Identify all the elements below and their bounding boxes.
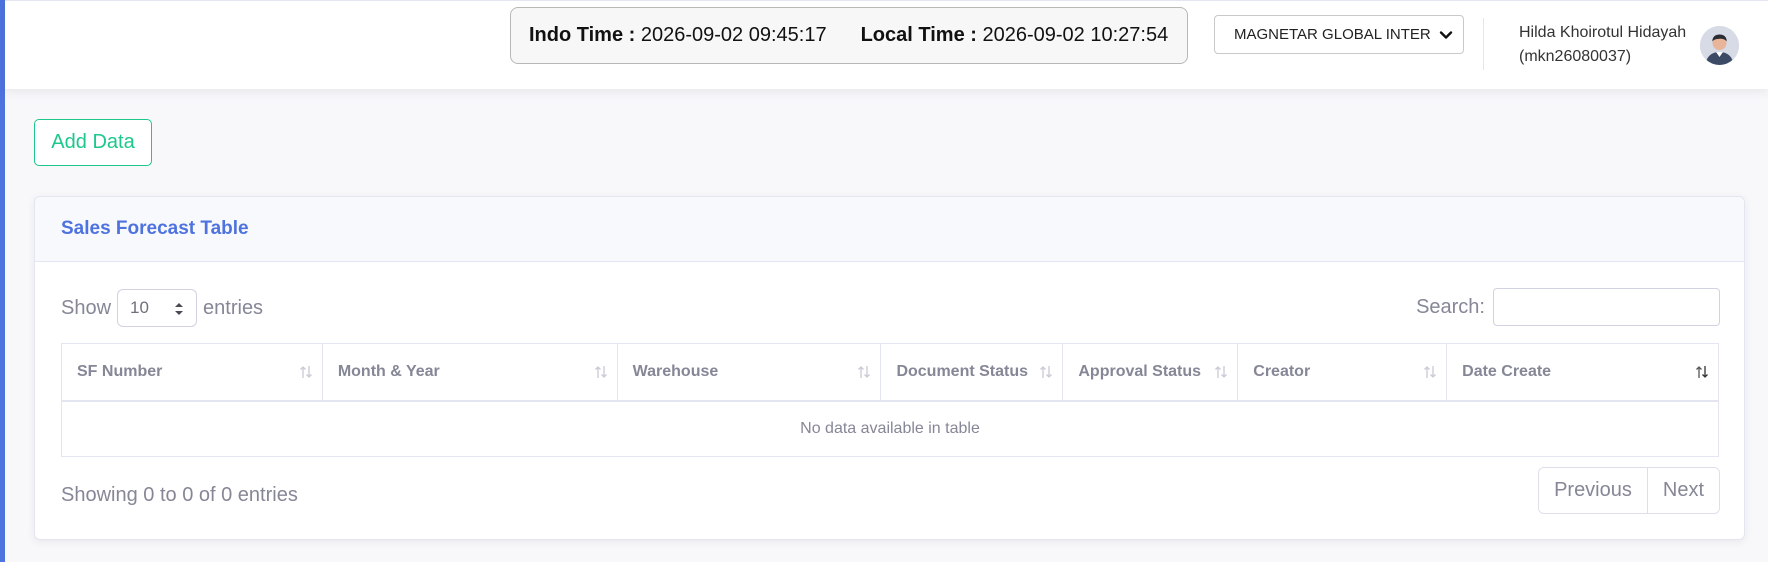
local-time: Local Time : 2026-09-02 10:27:54 (861, 24, 1169, 47)
column-header-label: Approval Status (1078, 362, 1202, 380)
column-header-label: Month & Year (337, 362, 440, 380)
sales-forecast-card: Sales Forecast Table Show 10 entries Sea… (34, 196, 1745, 540)
user-info[interactable]: Hilda Khoirotul Hidayah (mkn26080037) (1519, 21, 1686, 69)
previous-button[interactable]: Previous (1539, 468, 1647, 513)
user-id: (mkn26080037) (1519, 48, 1632, 65)
sort-icon (594, 366, 607, 378)
next-button[interactable]: Next (1646, 468, 1719, 513)
column-header-label: SF Number (77, 362, 163, 380)
sort-icon (858, 366, 871, 378)
pagination: Previous Next (1538, 467, 1720, 514)
search-label: Search: (1416, 295, 1485, 318)
search-input[interactable] (1493, 288, 1720, 326)
column-header-label: Creator (1253, 362, 1311, 380)
sales-forecast-table: SF Number Month & Year Warehouse Document S… (61, 343, 1719, 457)
local-time-value: 2026-09-02 10:27:54 (982, 24, 1169, 46)
sort-icon (1040, 366, 1053, 378)
column-header-date-create[interactable]: Date Create (1446, 343, 1719, 402)
table-search: Search: (1416, 288, 1720, 326)
sort-icon (299, 366, 312, 378)
card-title: Sales Forecast Table (35, 197, 1744, 262)
sort-icon (1696, 366, 1708, 378)
indo-time-value: 2026-09-02 09:45:17 (640, 24, 827, 46)
entries-length-control: Show 10 entries (61, 289, 263, 327)
table-header-row: SF Number Month & Year Warehouse Document S… (61, 343, 1719, 402)
topbar-divider (1483, 18, 1484, 70)
company-select[interactable]: MAGNETAR GLOBAL INTER (1214, 15, 1464, 54)
chevron-down-icon (1439, 31, 1453, 39)
entries-select[interactable]: 10 (117, 289, 198, 327)
table-info: Showing 0 to 0 of 0 entries (61, 484, 298, 506)
select-arrows-icon (175, 303, 184, 315)
local-time-label: Local Time : (860, 24, 977, 46)
user-name: Hilda Khoirotul Hidayah (1519, 24, 1687, 41)
empty-table-message: No data available in table (61, 400, 1719, 457)
column-header-month-year[interactable]: Month & Year (321, 343, 618, 402)
column-header-label: Date Create (1462, 362, 1552, 380)
table-row: No data available in table (61, 400, 1719, 457)
column-header-warehouse[interactable]: Warehouse (616, 343, 882, 402)
indo-time-label: Indo Time : (529, 24, 636, 46)
user-avatar-icon (1700, 26, 1739, 65)
sort-icon (1424, 366, 1437, 378)
column-header-approval-status[interactable]: Approval Status (1062, 343, 1239, 402)
indo-time: Indo Time : 2026-09-02 09:45:17 (529, 24, 827, 47)
column-header-label: Warehouse (632, 362, 719, 380)
column-header-label: Document Status (896, 362, 1029, 380)
clock-panel: Indo Time : 2026-09-02 09:45:17 Local Ti… (510, 7, 1188, 64)
column-header-creator[interactable]: Creator (1237, 343, 1448, 402)
entries-select-value: 10 (130, 298, 149, 317)
company-select-value: MAGNETAR GLOBAL INTER (1234, 26, 1431, 43)
column-header-sf-number[interactable]: SF Number (61, 343, 323, 402)
column-header-document-status[interactable]: Document Status (880, 343, 1064, 402)
add-data-button[interactable]: Add Data (34, 119, 152, 166)
sort-icon (1215, 366, 1228, 378)
avatar[interactable] (1700, 26, 1739, 65)
entries-label: entries (203, 296, 264, 319)
show-label: Show (61, 296, 112, 319)
